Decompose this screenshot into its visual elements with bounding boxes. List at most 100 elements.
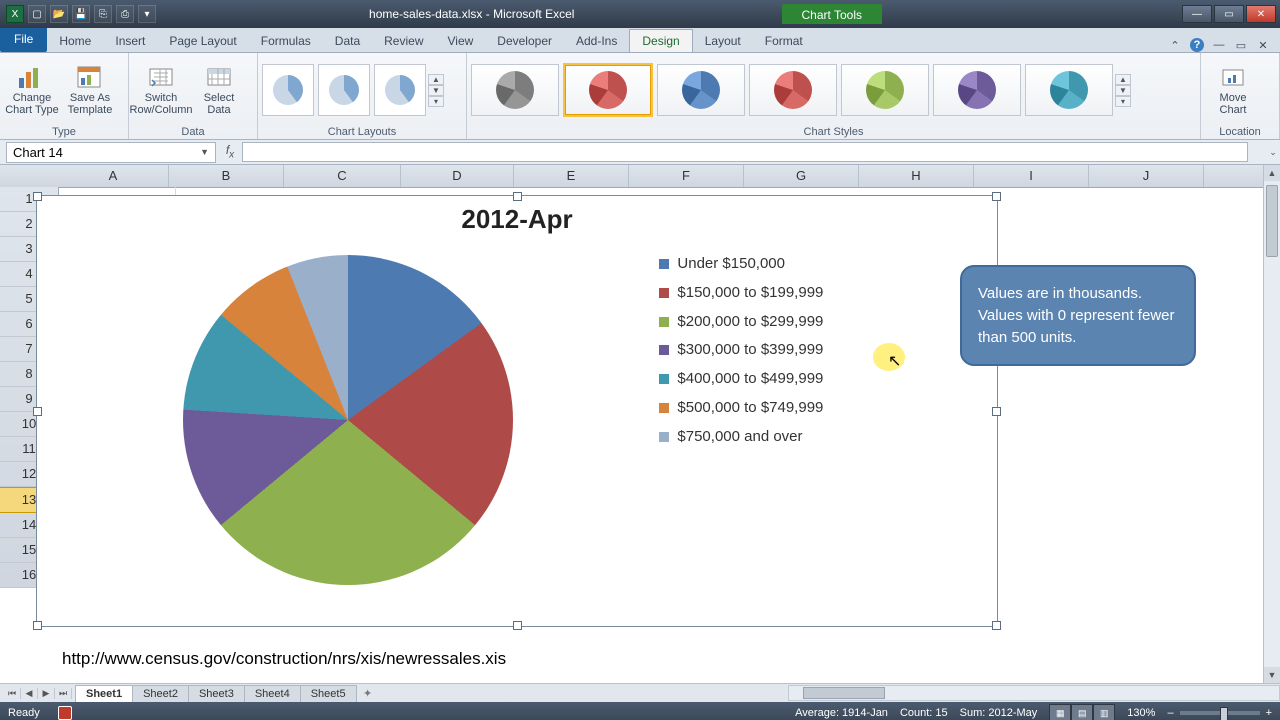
tab-data[interactable]: Data <box>323 30 372 52</box>
column-header[interactable]: A <box>58 165 169 187</box>
chart-style-option[interactable] <box>657 64 745 116</box>
open-icon[interactable]: 📂 <box>50 5 68 23</box>
callout-shape[interactable]: Values are in thousands. Values with 0 r… <box>960 265 1196 366</box>
zoom-level[interactable]: 130% <box>1127 707 1155 719</box>
move-chart-button[interactable]: Move Chart <box>1205 58 1261 122</box>
sheet-tab[interactable]: Sheet5 <box>300 685 357 702</box>
chart-layout-option[interactable] <box>318 64 370 116</box>
legend-swatch <box>659 345 669 355</box>
gallery-scroll[interactable]: ▲▼▾ <box>428 74 444 107</box>
excel-icon[interactable]: X <box>6 5 24 23</box>
formula-input[interactable] <box>242 142 1248 162</box>
view-break-icon[interactable]: ▥ <box>1093 704 1115 720</box>
print-icon[interactable]: ⎙ <box>116 5 134 23</box>
legend-item[interactable]: $500,000 to $749,999 <box>659 399 987 418</box>
chart-layout-option[interactable] <box>262 64 314 116</box>
sheet-nav-prev-icon[interactable]: ◀ <box>21 688 38 699</box>
new-sheet-button[interactable]: ✦ <box>357 687 379 700</box>
view-normal-icon[interactable]: ▦ <box>1049 704 1071 720</box>
column-header[interactable]: J <box>1089 165 1204 187</box>
sheet-nav-last-icon[interactable]: ⏭ <box>55 688 72 699</box>
column-header[interactable]: E <box>514 165 629 187</box>
zoom-slider[interactable]: – + <box>1167 707 1272 719</box>
doc-restore-icon[interactable]: ▭ <box>1234 38 1248 52</box>
qat-menu-icon[interactable]: ▾ <box>138 5 156 23</box>
legend-item[interactable]: $300,000 to $399,999 <box>659 341 987 360</box>
help-icon[interactable]: ? <box>1190 38 1204 52</box>
tab-view[interactable]: View <box>436 30 486 52</box>
legend-item[interactable]: $400,000 to $499,999 <box>659 370 987 389</box>
chart-style-option[interactable] <box>1025 64 1113 116</box>
new-icon[interactable]: ▢ <box>28 5 46 23</box>
tab-formulas[interactable]: Formulas <box>249 30 323 52</box>
vertical-scrollbar[interactable]: ▲ ▼ <box>1263 165 1280 683</box>
column-header[interactable]: D <box>401 165 514 187</box>
select-data-button[interactable]: Select Data <box>191 58 247 122</box>
pie-chart[interactable] <box>183 255 513 585</box>
chart-layout-option[interactable] <box>374 64 426 116</box>
legend-item[interactable]: $750,000 and over <box>659 428 987 447</box>
sheet-tab[interactable]: Sheet1 <box>75 685 133 702</box>
change-chart-type-button[interactable]: Change Chart Type <box>4 58 60 122</box>
tab-review[interactable]: Review <box>372 30 435 52</box>
gallery-scroll-styles[interactable]: ▲▼▾ <box>1115 74 1131 107</box>
name-box[interactable]: Chart 14 ▼ <box>6 142 216 163</box>
chart-object[interactable]: 2012-Apr Under $150,000 $150,000 to $199,… <box>36 195 998 627</box>
column-header[interactable]: G <box>744 165 859 187</box>
tab-design[interactable]: Design <box>629 29 692 52</box>
view-layout-icon[interactable]: ▤ <box>1071 704 1093 720</box>
chart-style-option[interactable] <box>749 64 837 116</box>
legend-item[interactable]: $150,000 to $199,999 <box>659 284 987 303</box>
chart-style-option[interactable] <box>471 64 559 116</box>
scroll-down-icon[interactable]: ▼ <box>1264 667 1280 683</box>
zoom-out-icon[interactable]: – <box>1167 707 1173 719</box>
macro-record-icon[interactable] <box>58 706 72 720</box>
chart-title[interactable]: 2012-Apr <box>37 196 997 235</box>
chart-layouts-gallery[interactable] <box>262 64 426 116</box>
tab-add-ins[interactable]: Add-Ins <box>564 30 629 52</box>
legend-item[interactable]: $200,000 to $299,999 <box>659 313 987 332</box>
save-as-template-button[interactable]: Save As Template <box>62 58 118 122</box>
column-header[interactable]: B <box>169 165 284 187</box>
close-button[interactable]: ✕ <box>1246 5 1276 23</box>
save-icon[interactable]: 💾 <box>72 5 90 23</box>
formula-expand-icon[interactable]: ⌄ <box>1266 147 1280 158</box>
column-header[interactable]: F <box>629 165 744 187</box>
scroll-thumb[interactable] <box>1266 185 1278 257</box>
switch-row-column-button[interactable]: Switch Row/Column <box>133 58 189 122</box>
column-header[interactable]: I <box>974 165 1089 187</box>
sheet-tab[interactable]: Sheet2 <box>132 685 189 702</box>
sheet-tab[interactable]: Sheet4 <box>244 685 301 702</box>
tab-home[interactable]: Home <box>47 30 103 52</box>
horizontal-scrollbar[interactable] <box>788 685 1280 701</box>
legend-item[interactable]: Under $150,000 <box>659 255 987 274</box>
select-all-corner[interactable] <box>0 165 59 188</box>
column-header[interactable]: C <box>284 165 401 187</box>
sheet-nav-next-icon[interactable]: ▶ <box>38 688 55 699</box>
chart-legend[interactable]: Under $150,000 $150,000 to $199,999 $200,0… <box>659 235 997 605</box>
minimize-button[interactable]: — <box>1182 5 1212 23</box>
fx-icon[interactable]: fx <box>218 143 242 160</box>
zoom-in-icon[interactable]: + <box>1266 707 1272 719</box>
file-tab[interactable]: File <box>0 28 47 52</box>
chart-style-option[interactable] <box>563 63 653 117</box>
save-all-icon[interactable]: ⎘ <box>94 5 112 23</box>
column-header[interactable]: H <box>859 165 974 187</box>
tab-format[interactable]: Format <box>753 30 815 52</box>
tab-insert[interactable]: Insert <box>103 30 157 52</box>
cell-url[interactable]: http://www.census.gov/construction/nrs/x… <box>58 647 766 671</box>
doc-close-icon[interactable]: ✕ <box>1256 38 1270 52</box>
doc-minimize-icon[interactable]: — <box>1212 38 1226 52</box>
tab-layout[interactable]: Layout <box>693 30 753 52</box>
sheet-tab[interactable]: Sheet3 <box>188 685 245 702</box>
chart-style-option[interactable] <box>841 64 929 116</box>
sheet-nav-first-icon[interactable]: ⏮ <box>4 688 21 699</box>
tab-page-layout[interactable]: Page Layout <box>157 30 248 52</box>
chart-style-option[interactable] <box>933 64 1021 116</box>
namebox-dropdown-icon[interactable]: ▼ <box>200 147 209 157</box>
ribbon-minimize-icon[interactable]: ⌃ <box>1168 38 1182 52</box>
scroll-up-icon[interactable]: ▲ <box>1264 165 1280 181</box>
chart-styles-gallery[interactable] <box>471 63 1113 117</box>
maximize-button[interactable]: ▭ <box>1214 5 1244 23</box>
tab-developer[interactable]: Developer <box>485 30 564 52</box>
